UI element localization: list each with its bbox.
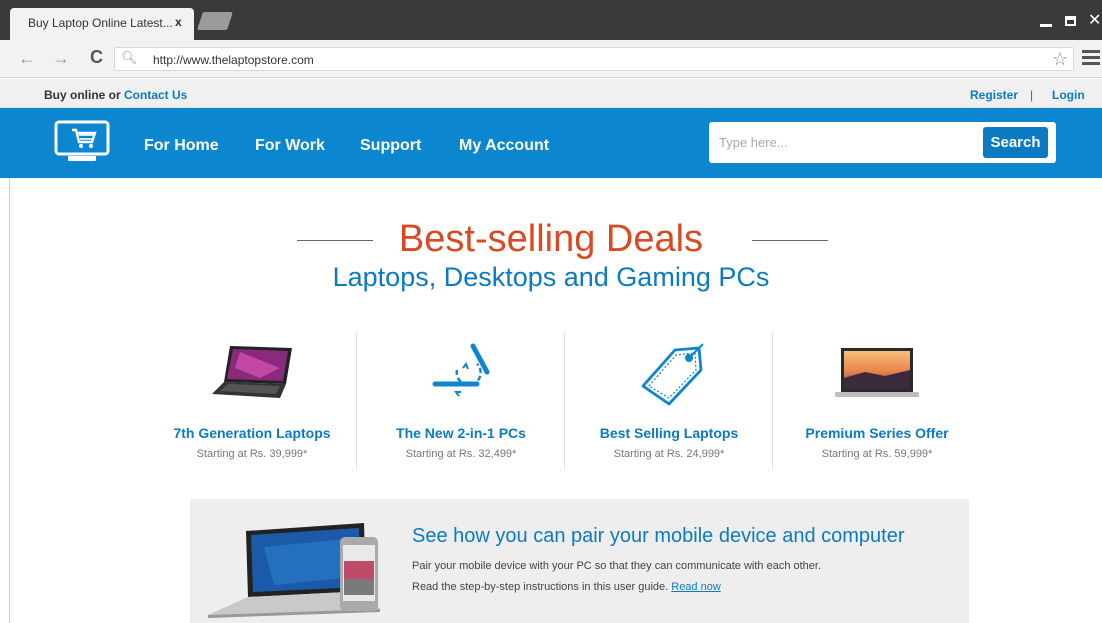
pairing-banner: See how you can pair your mobile device … xyxy=(190,499,969,623)
product-title[interactable]: 7th Generation Laptops xyxy=(148,425,356,441)
search-input[interactable] xyxy=(717,130,977,154)
tab-title: Buy Laptop Online Latest... xyxy=(28,16,173,30)
product-price: Starting at Rs. 32,499* xyxy=(405,448,517,460)
login-link[interactable]: Login xyxy=(1052,88,1085,102)
search-button[interactable]: Search xyxy=(983,127,1048,158)
back-arrow-icon[interactable]: ← xyxy=(18,48,36,69)
cart-screen-logo-icon[interactable] xyxy=(54,120,110,164)
address-bar[interactable]: 🔍︎ http://www.thelaptopstore.com xyxy=(114,47,1074,71)
forward-arrow-icon[interactable]: → xyxy=(52,48,70,69)
banner-title: See how you can pair your mobile device … xyxy=(412,525,905,547)
page-headline: Best-selling Deals xyxy=(398,218,704,260)
product-title[interactable]: The New 2-in-1 PCs xyxy=(357,425,565,441)
close-window-icon[interactable]: ✕ xyxy=(1088,10,1101,30)
buy-online-label: Buy online or xyxy=(44,88,125,102)
register-link[interactable]: Register xyxy=(970,88,1018,102)
new-tab-button[interactable] xyxy=(197,12,233,30)
product-title[interactable]: Premium Series Offer xyxy=(773,425,981,441)
nav-for-home[interactable]: For Home xyxy=(144,137,219,155)
banner-text: Read the step-by-step instructions in th… xyxy=(412,581,721,593)
product-title[interactable]: Best Selling Laptops xyxy=(565,425,773,441)
product-price: Starting at Rs. 39,999* xyxy=(196,448,308,460)
browser-toolbar: ← → C 🔍︎ http://www.thelaptopstore.com ☆ xyxy=(0,40,1102,78)
price-tag-icon[interactable] xyxy=(617,338,721,408)
product-card[interactable]: The New 2-in-1 PCs Starting at Rs. 32,49… xyxy=(356,332,564,470)
page-edge-divider xyxy=(9,178,10,623)
main-navbar: For Home For Work Support My Account Sea… xyxy=(0,108,1102,178)
product-price: Starting at Rs. 24,999* xyxy=(613,448,725,460)
top-utility-strip: Buy online or Contact Us Register | Logi… xyxy=(0,79,1102,108)
read-now-link[interactable]: Read now xyxy=(671,581,721,593)
product-card[interactable]: Premium Series Offer Starting at Rs. 59,… xyxy=(772,332,980,470)
product-card[interactable]: Best Selling Laptops Starting at Rs. 24,… xyxy=(564,332,772,470)
laptop-and-phone-image xyxy=(208,523,380,618)
search-box: Search xyxy=(709,122,1056,163)
browser-menu-icon[interactable] xyxy=(1082,50,1100,66)
browser-titlebar: Buy Laptop Online Latest... x ✕ xyxy=(0,0,1102,40)
contact-us-link[interactable]: Contact Us xyxy=(124,88,187,102)
bookmark-star-icon[interactable]: ☆ xyxy=(1052,49,1068,70)
product-categories: 7th Generation Laptops Starting at Rs. 3… xyxy=(148,332,980,470)
nav-my-account[interactable]: My Account xyxy=(459,137,549,155)
maximize-icon[interactable] xyxy=(1065,16,1076,26)
url-text[interactable]: http://www.thelaptopstore.com xyxy=(153,53,314,67)
laptop-image[interactable] xyxy=(200,338,304,408)
reload-icon[interactable]: C xyxy=(90,47,103,68)
divider: | xyxy=(1030,88,1034,102)
premium-laptop-image[interactable] xyxy=(825,338,929,408)
2-in-1-icon[interactable] xyxy=(409,338,513,408)
minimize-icon[interactable] xyxy=(1040,24,1052,27)
product-price: Starting at Rs. 59,999* xyxy=(821,448,933,460)
nav-support[interactable]: Support xyxy=(360,137,421,155)
banner-text: Pair your mobile device with your PC so … xyxy=(412,560,822,572)
search-icon: 🔍︎ xyxy=(121,50,138,65)
nav-for-work[interactable]: For Work xyxy=(255,137,325,155)
buy-online-text: Buy online or Contact Us xyxy=(44,88,187,102)
banner-text-label: Read the step-by-step instructions in th… xyxy=(412,581,672,593)
tab-close-icon[interactable]: x xyxy=(175,15,182,29)
product-card[interactable]: 7th Generation Laptops Starting at Rs. 3… xyxy=(148,332,356,470)
browser-tab[interactable]: Buy Laptop Online Latest... x xyxy=(10,8,194,40)
page-subheadline: Laptops, Desktops and Gaming PCs xyxy=(332,262,770,292)
